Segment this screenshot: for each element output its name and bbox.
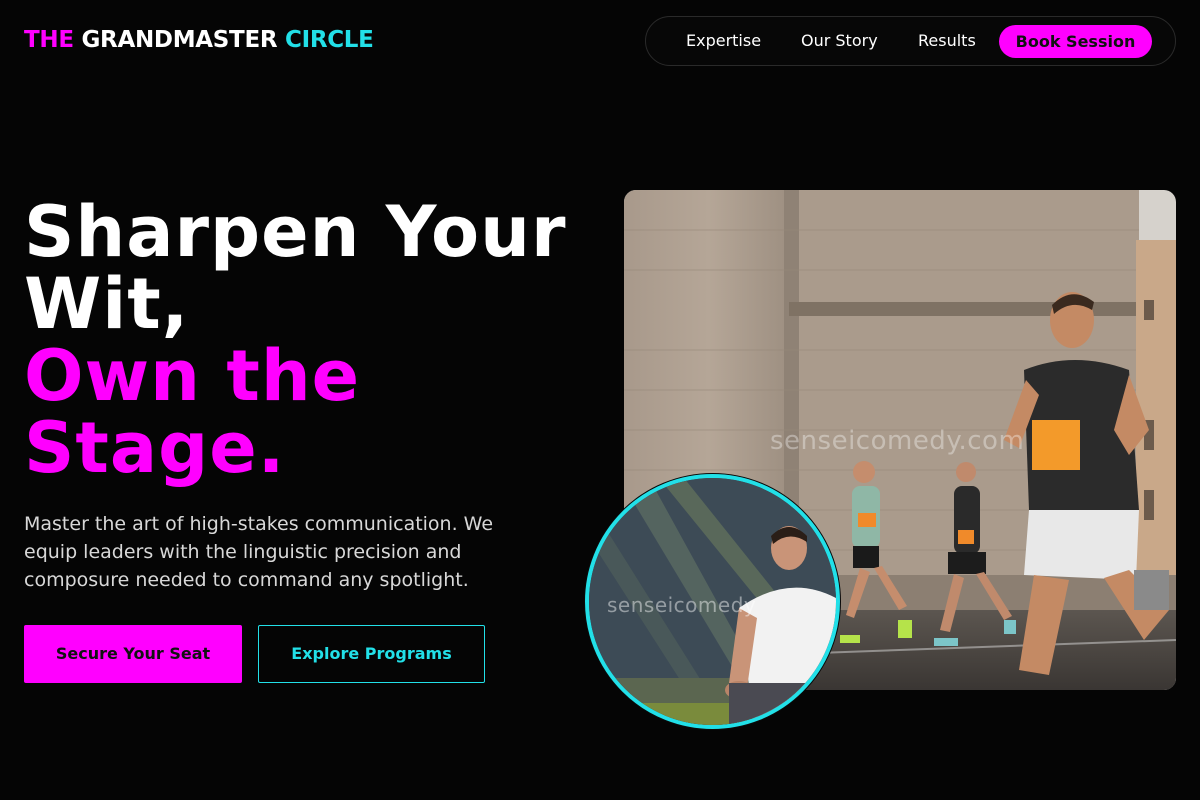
hero-lead-text: Master the art of high-stakes communicat… xyxy=(24,513,494,591)
headline-line-3: Own the xyxy=(24,335,361,417)
hero-headline: Sharpen Your Wit, Own the Stage. xyxy=(24,196,604,484)
nav-link-results[interactable]: Results xyxy=(918,31,976,51)
brand-part-the: THE xyxy=(24,27,74,53)
photo-watermark: senseicomedy.com xyxy=(770,426,1025,456)
portrait-watermark: senseicomedy xyxy=(607,593,757,617)
headline-line-4: Stage. xyxy=(24,407,286,489)
brand-part-grandmaster: GRANDMASTER xyxy=(81,27,278,53)
brand-logo[interactable]: THE GRANDMASTER CIRCLE xyxy=(24,26,374,54)
brand-part-circle: CIRCLE xyxy=(284,27,374,53)
landing-page: THE GRANDMASTER CIRCLE Expertise Our Sto… xyxy=(0,0,1200,800)
nav-link-expertise[interactable]: Expertise xyxy=(686,31,761,51)
book-session-button[interactable]: Book Session xyxy=(999,25,1152,58)
main-nav: Expertise Our Story Results Book Session xyxy=(645,16,1176,66)
headline-line-2: Wit, xyxy=(24,263,190,345)
headline-line-1: Sharpen Your xyxy=(24,191,567,273)
explore-programs-button[interactable]: Explore Programs xyxy=(258,625,485,683)
coach-portrait: senseicomedy xyxy=(585,474,840,729)
nav-link-our-story[interactable]: Our Story xyxy=(801,31,878,51)
secure-your-seat-button[interactable]: Secure Your Seat xyxy=(24,625,242,683)
